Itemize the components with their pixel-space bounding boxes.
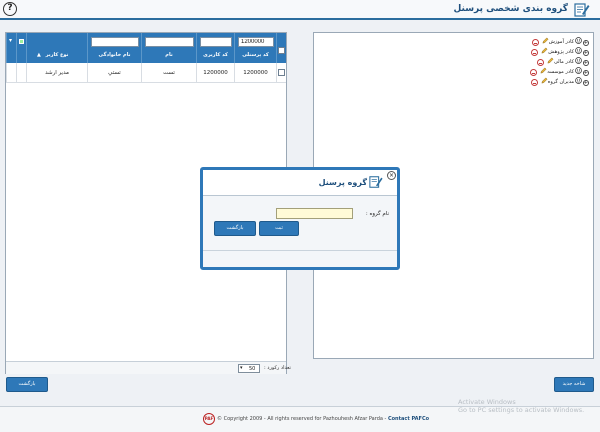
group-dialog: × گروه پرسنل نام گروه : ثبت بازگشت: [200, 167, 400, 270]
tree-item[interactable]: + کادر آموزش: [531, 37, 589, 46]
expand-icon[interactable]: +: [583, 49, 589, 56]
delete-icon[interactable]: [531, 39, 539, 46]
delete-icon[interactable]: [531, 49, 539, 56]
delete-icon[interactable]: [530, 69, 538, 76]
tree-item[interactable]: + کادر مالی: [536, 57, 589, 66]
row-spacer: [6, 63, 16, 83]
col-first-name-label: نام: [165, 52, 173, 58]
column-chooser-icon[interactable]: [19, 39, 24, 44]
cell-select[interactable]: [276, 63, 286, 83]
edit-pencil-icon[interactable]: [541, 77, 548, 88]
col-last-name[interactable]: نام خانوادگی: [87, 33, 141, 63]
submit-button[interactable]: ثبت: [259, 221, 299, 236]
col-personnel-code-label: کد پرسنلی: [242, 52, 269, 58]
tree-item[interactable]: + مدیران گروه: [530, 77, 589, 88]
tree-item-label: کادر مالی: [553, 59, 574, 65]
dialog-header: × گروه پرسنل: [203, 170, 397, 196]
col-first-name[interactable]: نام: [141, 33, 196, 63]
select-all-checkbox[interactable]: [278, 47, 285, 54]
close-icon[interactable]: ×: [387, 171, 396, 180]
tree-item-label: کادر پژوهش: [548, 49, 574, 55]
tree-item[interactable]: + کادر موسسه: [530, 67, 589, 76]
back-button[interactable]: بازگشت: [6, 377, 48, 392]
dialog-footer-divider: [203, 250, 397, 251]
chevron-down-icon: ▾: [240, 365, 243, 371]
pencil-document-icon: [369, 174, 383, 192]
new-branch-button[interactable]: شاخه جدید: [554, 377, 594, 392]
footer-copyright: © Copyright 2009 - All rights reserved f…: [217, 416, 429, 422]
group-name-input[interactable]: [276, 208, 353, 219]
cell-personnel-code: 1200000: [234, 63, 276, 83]
grid-menu-cell[interactable]: ▾: [6, 33, 16, 63]
group-icon: [575, 77, 582, 88]
page-header: ? گروه بندی شخصی پرسنل: [0, 0, 600, 20]
grid-settings-cell[interactable]: [16, 33, 26, 63]
delete-icon[interactable]: [536, 59, 544, 66]
help-icon[interactable]: ?: [3, 2, 17, 16]
cell-user-code: 1200000: [196, 63, 234, 83]
last-name-filter[interactable]: [91, 37, 139, 47]
tree-item-label: مدیران گروه: [547, 79, 574, 85]
dialog-title: گروه پرسنل: [318, 178, 367, 187]
table-row[interactable]: مدیر ارشد تستي تست 1200000 1200000: [6, 63, 286, 83]
expand-icon[interactable]: +: [583, 39, 589, 46]
col-select-all[interactable]: [276, 33, 286, 63]
expand-icon[interactable]: +: [583, 59, 589, 66]
row-checkbox[interactable]: [278, 69, 285, 76]
tree-item-label: کادر آموزش: [548, 39, 574, 45]
activation-watermark: Activate Windows Go to PC settings to ac…: [458, 398, 584, 414]
tree-item[interactable]: + کادر پژوهش: [531, 47, 589, 56]
col-user-type-label: نوع کاربر: [45, 52, 69, 58]
group-name-label: نام گروه :: [365, 211, 389, 217]
sort-arrow-icon: ▲: [37, 52, 41, 58]
cell-last-name: تستي: [87, 63, 141, 83]
pafco-logo: PAF: [203, 413, 215, 425]
user-code-filter[interactable]: [200, 37, 232, 47]
cell-user-type: مدیر ارشد: [26, 63, 87, 83]
pager-label: تعداد رکورد :: [264, 365, 291, 371]
grid-header: ▾ نوع کاربر ▲ نام خانوادگی نام کد کاربری…: [6, 33, 286, 63]
page-size-value: 50: [249, 366, 256, 372]
first-name-filter[interactable]: [145, 37, 194, 47]
page-size-select[interactable]: ▾ 50: [238, 364, 260, 373]
row-spacer: [16, 63, 26, 83]
expand-icon[interactable]: +: [583, 79, 589, 86]
col-personnel-code[interactable]: کد پرسنلی: [234, 33, 276, 63]
cell-first-name: تست: [141, 63, 196, 83]
contact-link[interactable]: Contact PAFCo: [388, 416, 429, 422]
tree-item-label: کادر موسسه: [547, 69, 574, 75]
watermark-line-2: Go to PC settings to activate Windows.: [458, 406, 585, 414]
col-user-code-label: کد کاربری: [203, 52, 228, 58]
col-last-name-label: نام خانوادگی: [98, 52, 131, 58]
col-user-code[interactable]: کد کاربری: [196, 33, 234, 63]
col-user-type[interactable]: نوع کاربر ▲: [26, 33, 87, 63]
personnel-code-filter[interactable]: [238, 37, 274, 47]
page-title: گروه بندی شخصی پرسنل: [453, 4, 569, 14]
copyright-text: © Copyright 2009 - All rights reserved f…: [217, 416, 388, 422]
dialog-back-button[interactable]: بازگشت: [214, 221, 256, 236]
expand-icon[interactable]: +: [583, 69, 589, 76]
grid-pager: ▾ 50 تعداد رکورد :: [6, 361, 291, 374]
pencil-document-icon: [574, 2, 590, 20]
grid-menu-icon[interactable]: ▾: [9, 37, 12, 44]
watermark-line-1: Activate Windows: [458, 398, 516, 406]
delete-icon[interactable]: [530, 79, 538, 86]
